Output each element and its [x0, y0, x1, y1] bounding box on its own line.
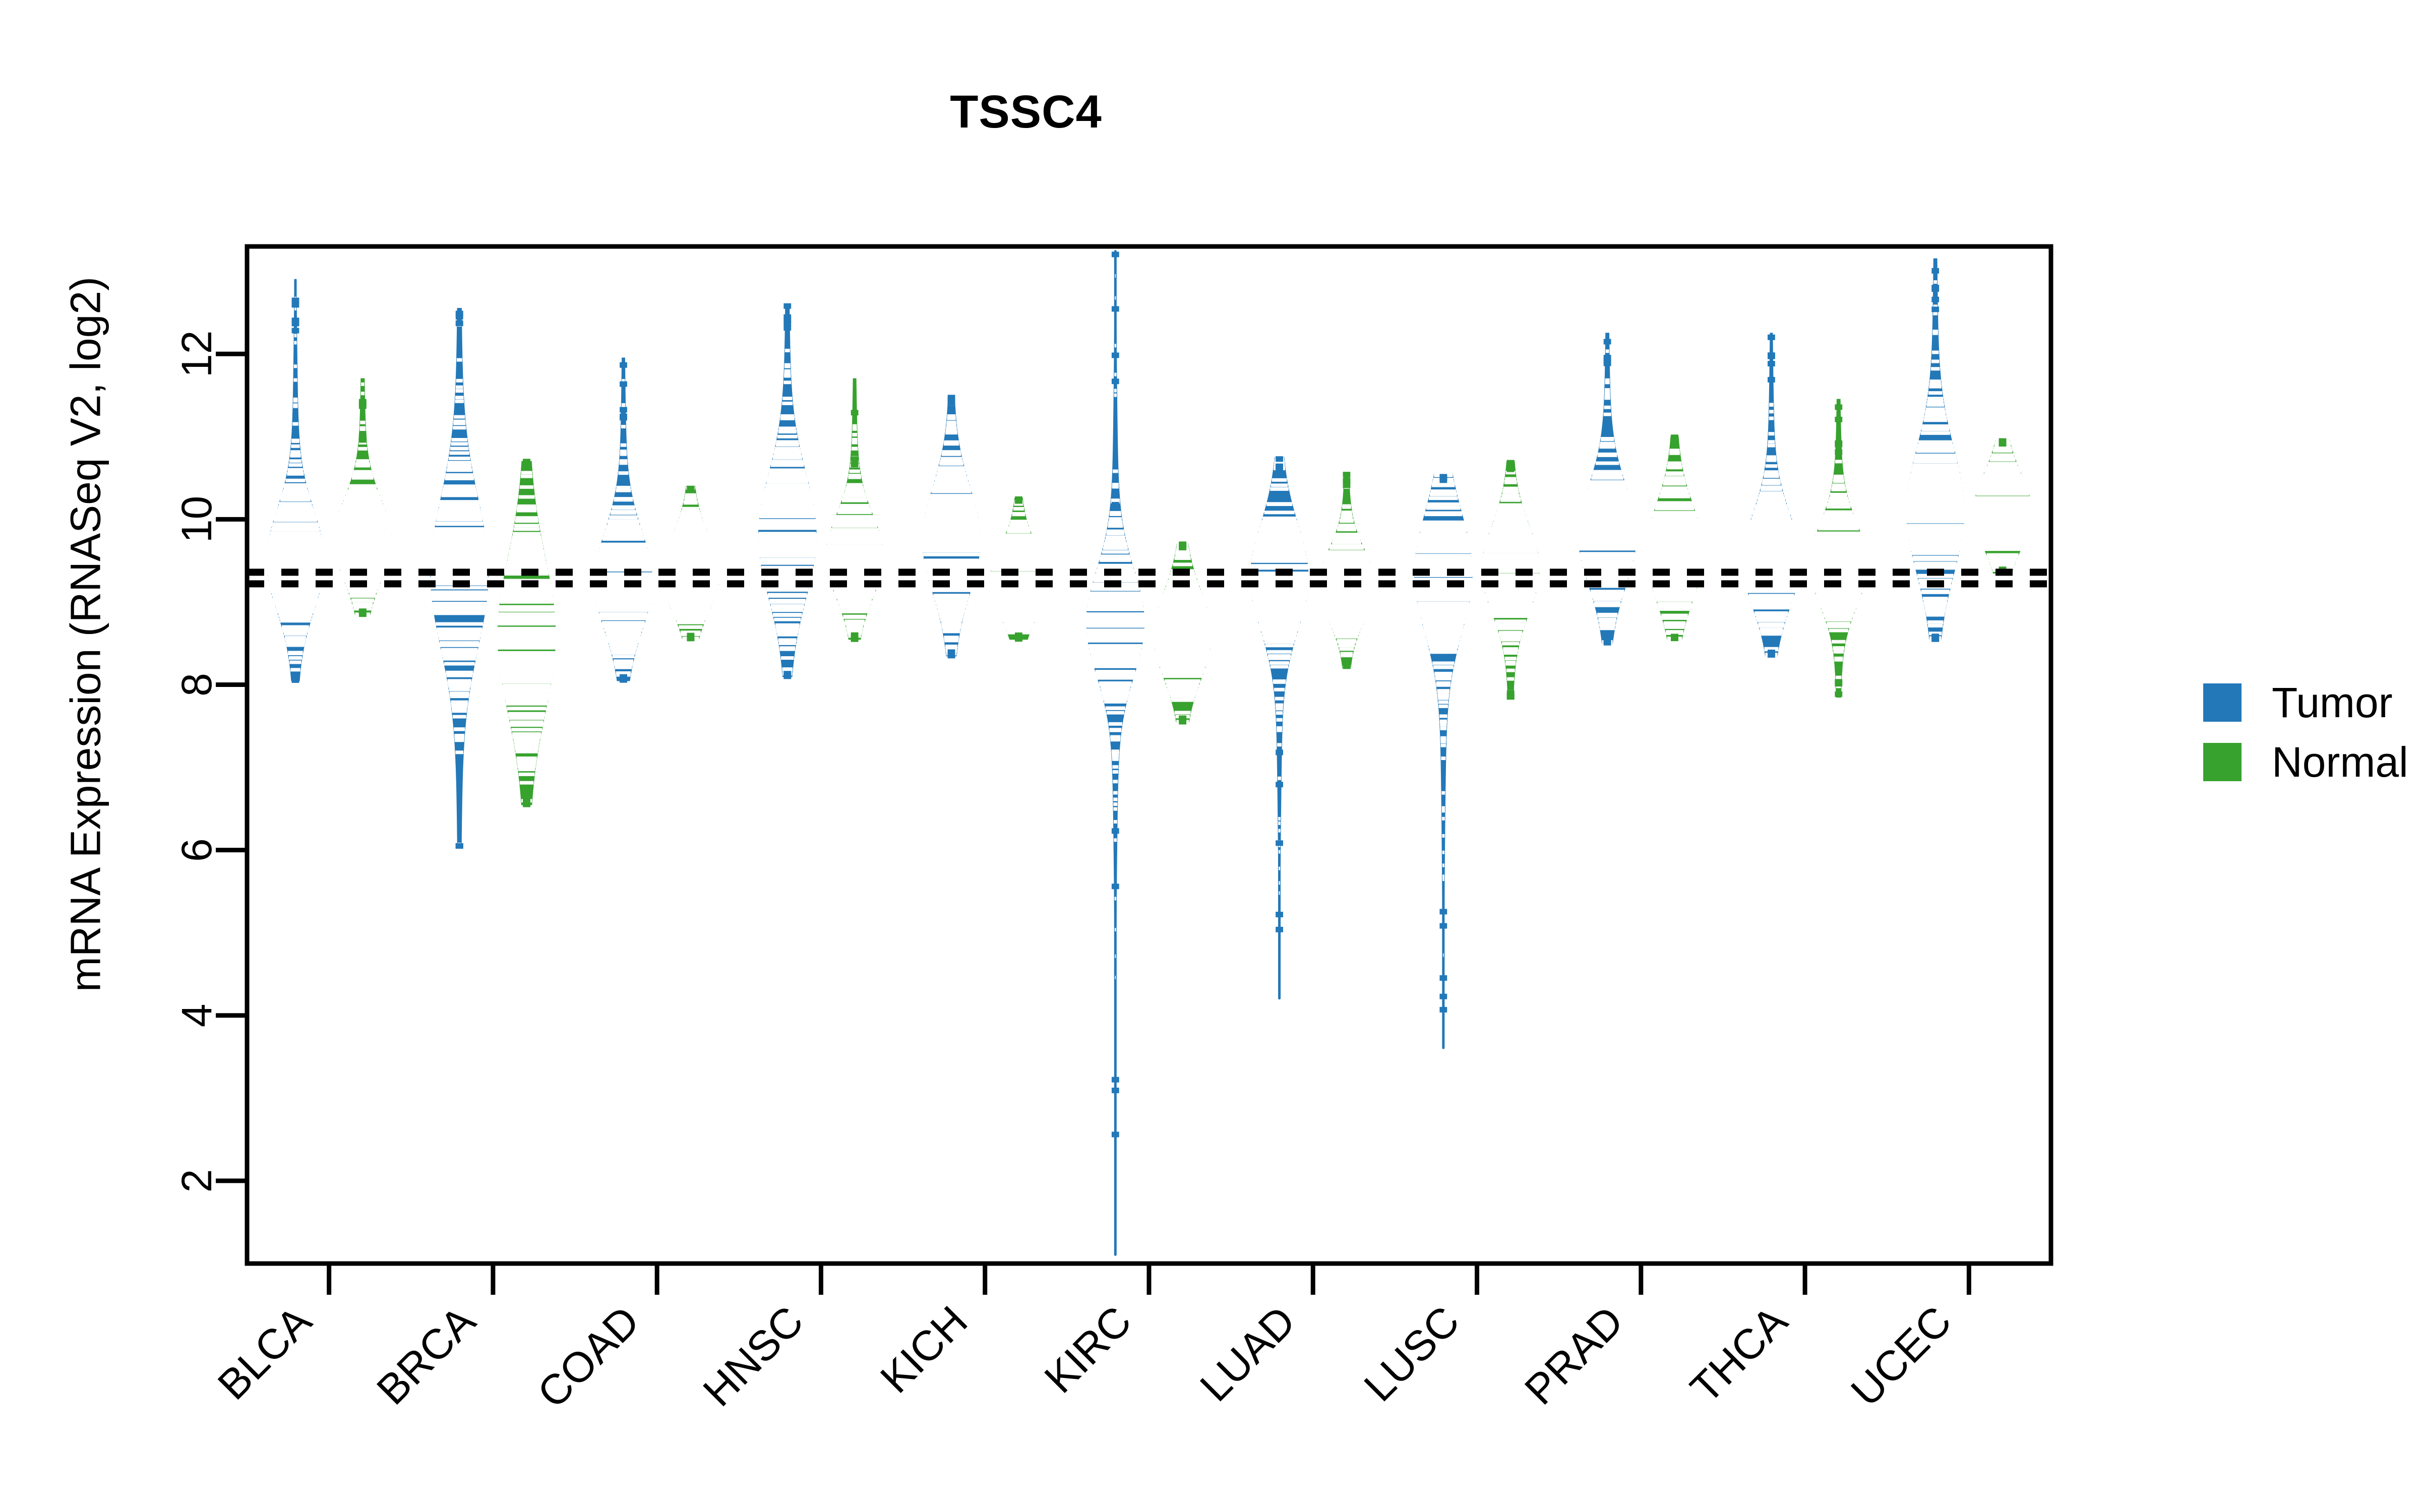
strip-lines: [989, 499, 1048, 635]
y-tick-label: 2: [173, 1169, 220, 1193]
x-axis-ticks: BLCA BRCA COAD HNSC KICH KIRC LUAD LUSC PRAD THCA…: [209, 1264, 1971, 1417]
legend-swatch-tumor: [2203, 683, 2242, 722]
violin-groups: [266, 250, 2032, 1256]
violin-tumor-thca[interactable]: [1742, 333, 1801, 658]
x-tick-label-blca: BLCA: [209, 1297, 321, 1409]
y-axis-ticks: 2 4 6 8 10 12: [173, 331, 247, 1193]
y-tick-label: 6: [173, 838, 220, 862]
violin-normal-hnsc[interactable]: [825, 378, 884, 642]
legend: Tumor Normal: [2203, 679, 2408, 802]
violin-tumor-coad[interactable]: [594, 357, 653, 683]
x-tick-label-coad: COAD: [528, 1297, 648, 1417]
x-tick-label-hnsc: HNSC: [694, 1297, 812, 1415]
chart-canvas: TSSC4 mRNA Expression (RNASeq V2, log2) …: [0, 0, 2420, 1512]
x-tick-label-thca: THCA: [1681, 1297, 1796, 1412]
y-tick-label: 12: [173, 331, 220, 377]
violin-normal-thca[interactable]: [1809, 399, 1868, 698]
violin-normal-coad[interactable]: [661, 485, 720, 642]
violin-tumor-kich[interactable]: [922, 395, 981, 659]
strip-lines: [594, 379, 653, 677]
violin-normal-lusc[interactable]: [1481, 460, 1540, 700]
violin-tumor-lusc[interactable]: [1414, 472, 1473, 1049]
strip-lines: [758, 316, 817, 676]
y-tick-label: 8: [173, 673, 220, 697]
x-tick-label-luad: LUAD: [1191, 1297, 1304, 1410]
violin-normal-prad[interactable]: [1645, 434, 1704, 642]
strip-lines: [1973, 439, 2032, 572]
violin-tumor-brca[interactable]: [430, 308, 489, 849]
violin-tumor-luad[interactable]: [1250, 456, 1309, 999]
strip-lines: [1578, 349, 1637, 645]
legend-label-tumor: Tumor: [2272, 679, 2393, 726]
strip-lines: [1317, 485, 1376, 669]
violin-tumor-hnsc[interactable]: [758, 303, 817, 679]
violin-normal-blca[interactable]: [333, 378, 392, 617]
x-tick-label-prad: PRAD: [1516, 1297, 1632, 1414]
x-tick-label-brca: BRCA: [368, 1297, 485, 1414]
strip-lines: [661, 486, 720, 641]
legend-item-tumor[interactable]: Tumor: [2203, 679, 2408, 726]
strip-lines: [922, 402, 981, 656]
y-tick-label: 10: [173, 496, 220, 543]
x-tick-label-ucec: UCEC: [1842, 1297, 1960, 1415]
violin-tumor-prad[interactable]: [1578, 333, 1637, 646]
x-tick-label-kirc: KIRC: [1035, 1297, 1140, 1402]
violin-normal-ucec[interactable]: [1973, 438, 2032, 575]
violin-normal-brca[interactable]: [497, 459, 556, 807]
violin-plot-svg: 2 4 6 8 10 12 BLCA BRCA COAD HNSC KICH KIRC LUAD LUSC…: [173, 244, 2053, 1417]
violin-tumor-blca[interactable]: [266, 279, 325, 683]
legend-item-normal[interactable]: Normal: [2203, 738, 2408, 786]
violin-tumor-kirc[interactable]: [1086, 250, 1145, 1256]
y-tick-label: 4: [173, 1003, 220, 1027]
legend-swatch-normal: [2203, 743, 2242, 781]
x-tick-label-kich: KICH: [871, 1297, 976, 1402]
legend-label-normal: Normal: [2272, 738, 2408, 786]
strip-lines: [1645, 449, 1704, 641]
x-tick-label-lusc: LUSC: [1355, 1297, 1468, 1410]
